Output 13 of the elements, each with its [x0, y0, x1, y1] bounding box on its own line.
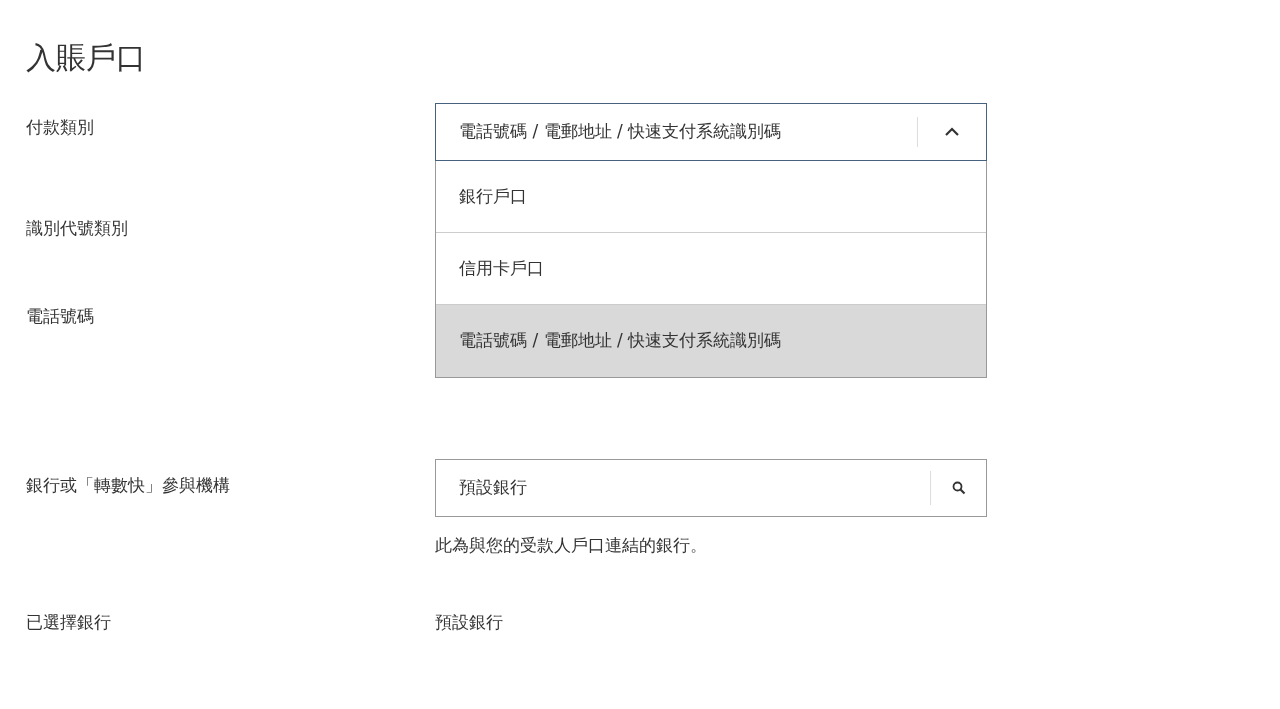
payment-type-select[interactable]: 電話號碼 / 電郵地址 / 快速支付系統識別碼: [435, 103, 987, 161]
field-label: 付款類別: [26, 117, 94, 137]
dropdown-option[interactable]: 電話號碼 / 電郵地址 / 快速支付系統識別碼: [436, 305, 986, 377]
field-label: 銀行或「轉數快」參與機構: [26, 475, 230, 495]
search-icon[interactable]: [951, 481, 966, 495]
selected-bank-value: 預設銀行: [435, 611, 503, 634]
bank-search-field[interactable]: 預設銀行: [435, 459, 987, 517]
field-label: 電話號碼: [26, 306, 94, 326]
help-text: 此為與您的受款人戶口連結的銀行。: [435, 535, 707, 555]
field-label: 識別代號類別: [26, 218, 128, 238]
caret-icon: [944, 127, 960, 137]
page-title: 入賬戶口: [26, 39, 146, 77]
field-label: 已選擇銀行: [26, 612, 111, 632]
